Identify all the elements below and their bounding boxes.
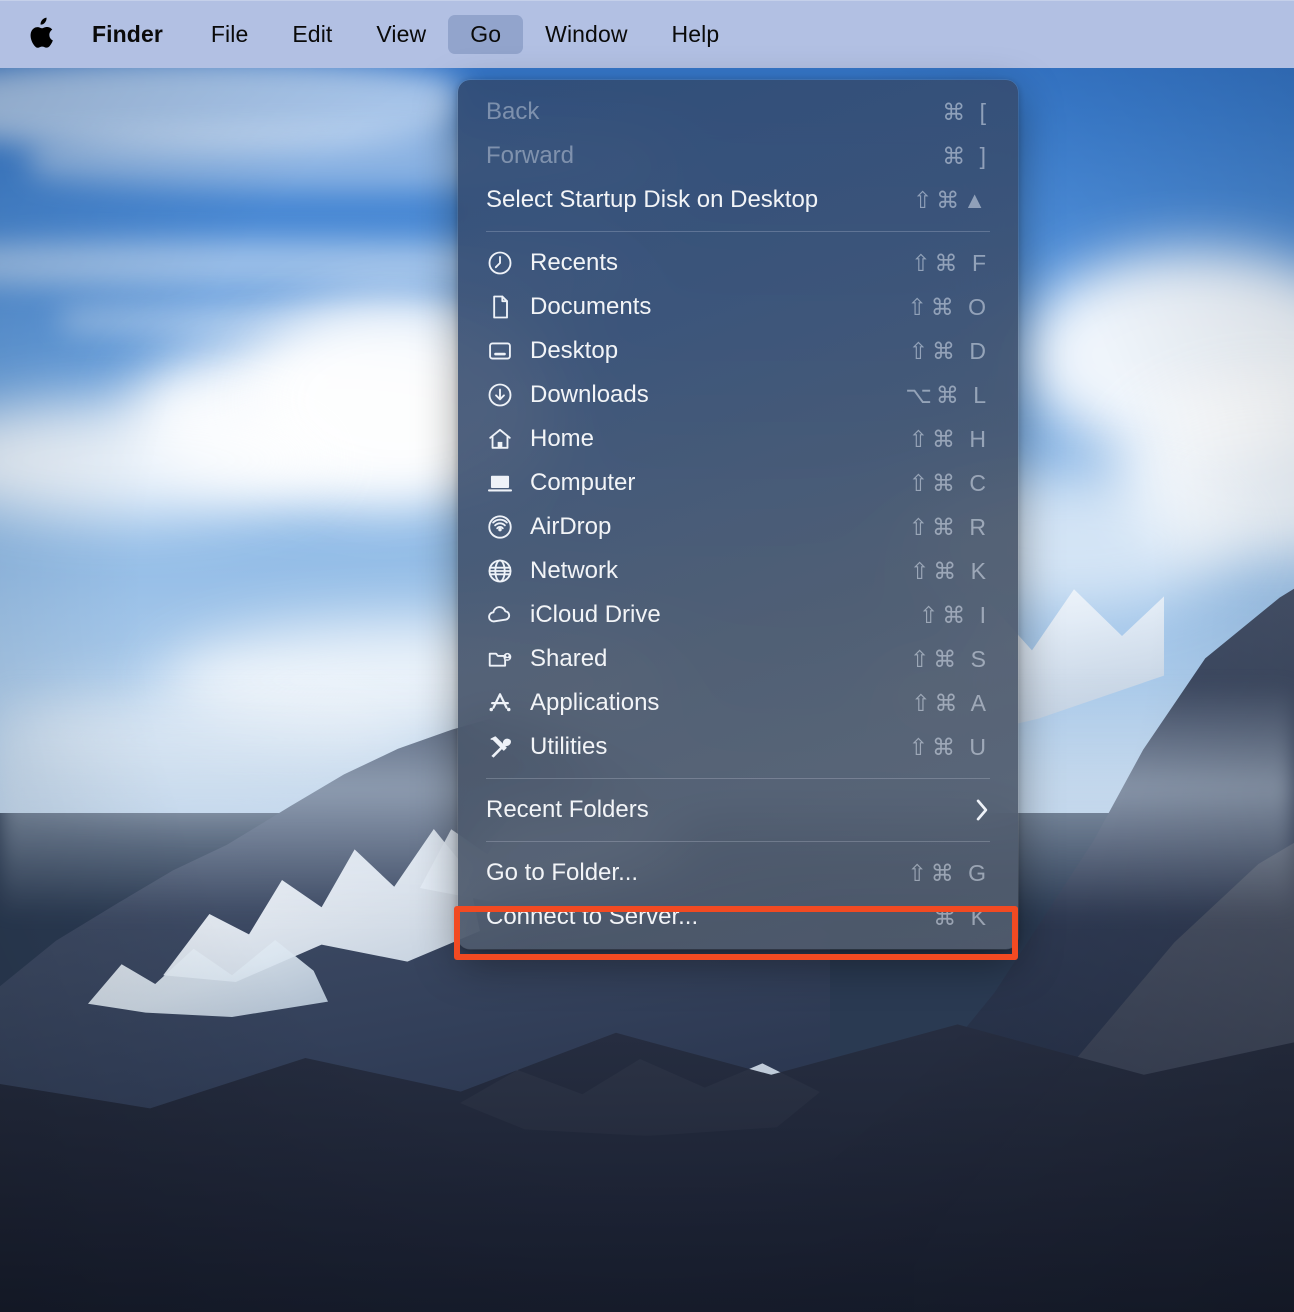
home-icon xyxy=(486,425,530,453)
menu-item-shortcut: ⇧⌘ H xyxy=(908,425,990,452)
menu-item-shortcut: ⇧⌘ S xyxy=(909,645,990,672)
menu-item-shortcut: ⌘ [ xyxy=(942,98,990,125)
menu-item-label: Connect to Server... xyxy=(486,903,699,930)
menu-item-utilities[interactable]: Utilities ⇧⌘ U xyxy=(458,725,1018,769)
menu-item-label: Applications xyxy=(530,689,660,716)
menu-bar-item-window[interactable]: Window xyxy=(523,15,649,54)
menu-bar-item-edit[interactable]: Edit xyxy=(270,15,354,54)
menu-item-label: Recent Folders xyxy=(486,796,649,823)
menu-item-shortcut: ⇧⌘ U xyxy=(908,733,990,760)
menu-bar-item-help[interactable]: Help xyxy=(650,15,742,54)
menu-item-shortcut: ⇧⌘ R xyxy=(908,513,990,540)
desktop-screen: Finder File Edit View Go Window Help Back ⌘ [ Fo… xyxy=(0,0,1294,1312)
menu-item-select-startup-disk-on-desktop[interactable]: Select Startup Disk on Desktop ⇧⌘▲ xyxy=(458,178,1018,222)
menu-item-label: Computer xyxy=(530,469,636,496)
menu-item-shared[interactable]: Shared ⇧⌘ S xyxy=(458,637,1018,681)
menu-item-go-to-folder[interactable]: Go to Folder... ⇧⌘ G xyxy=(458,851,1018,895)
menu-item-label: Utilities xyxy=(530,733,608,760)
laptop-icon xyxy=(486,469,530,497)
menu-item-label: Go to Folder... xyxy=(486,859,639,886)
menu-item-documents[interactable]: Documents ⇧⌘ O xyxy=(458,285,1018,329)
globe-icon xyxy=(486,557,530,585)
menu-bar: Finder File Edit View Go Window Help xyxy=(0,0,1294,68)
menu-item-label: Select Startup Disk on Desktop xyxy=(486,186,819,213)
menu-item-shortcut: ⌘ ] xyxy=(942,142,990,169)
menu-item-shortcut: ⇧⌘▲ xyxy=(912,186,990,213)
menu-item-shortcut: ⇧⌘ C xyxy=(908,469,990,496)
menu-item-label: Recents xyxy=(530,249,619,276)
menu-item-label: Desktop xyxy=(530,337,619,364)
menu-item-shortcut: ⌘ K xyxy=(933,903,990,930)
menu-item-applications[interactable]: Applications ⇧⌘ A xyxy=(458,681,1018,725)
menu-item-label: Network xyxy=(530,557,619,584)
menu-item-label: AirDrop xyxy=(530,513,612,540)
menu-item-recents[interactable]: Recents ⇧⌘ F xyxy=(458,241,1018,285)
menu-item-forward: Forward ⌘ ] xyxy=(458,134,1018,178)
menu-item-label: Documents xyxy=(530,293,652,320)
desktop-icon xyxy=(486,337,530,365)
menu-item-downloads[interactable]: Downloads ⌥⌘ L xyxy=(458,373,1018,417)
menu-separator xyxy=(486,778,990,779)
menu-item-shortcut: ⇧⌘ D xyxy=(908,337,990,364)
document-icon xyxy=(486,293,530,321)
menu-item-connect-to-server[interactable]: Connect to Server... ⌘ K xyxy=(458,895,1018,939)
menu-separator xyxy=(486,841,990,842)
applications-icon xyxy=(486,689,530,717)
airdrop-icon xyxy=(486,513,530,541)
apple-logo-icon xyxy=(26,17,54,51)
menu-item-network[interactable]: Network ⇧⌘ K xyxy=(458,549,1018,593)
menu-item-shortcut: ⇧⌘ A xyxy=(911,689,990,716)
menu-item-desktop[interactable]: Desktop ⇧⌘ D xyxy=(458,329,1018,373)
menu-item-airdrop[interactable]: AirDrop ⇧⌘ R xyxy=(458,505,1018,549)
menu-bar-items: Finder File Edit View Go Window Help xyxy=(78,14,742,54)
menu-bar-item-finder[interactable]: Finder xyxy=(78,15,189,54)
menu-item-shortcut: ⇧⌘ I xyxy=(918,601,990,628)
menu-separator xyxy=(486,231,990,232)
cloud-icon xyxy=(486,601,530,629)
chevron-right-icon xyxy=(974,797,990,823)
menu-item-shortcut: ⇧⌘ O xyxy=(907,293,990,320)
menu-bar-item-go[interactable]: Go xyxy=(448,14,524,54)
menu-item-recent-folders[interactable]: Recent Folders xyxy=(458,788,1018,832)
menu-item-label: Forward xyxy=(486,142,575,169)
menu-item-label: Shared xyxy=(530,645,608,672)
menu-bar-item-view[interactable]: View xyxy=(354,15,448,54)
menu-item-computer[interactable]: Computer ⇧⌘ C xyxy=(458,461,1018,505)
menu-item-icloud-drive[interactable]: iCloud Drive ⇧⌘ I xyxy=(458,593,1018,637)
utilities-icon xyxy=(486,733,530,761)
menu-item-label: Downloads xyxy=(530,381,649,408)
menu-item-home[interactable]: Home ⇧⌘ H xyxy=(458,417,1018,461)
go-dropdown-menu[interactable]: Back ⌘ [ Forward ⌘ ] Select Startup Disk on … xyxy=(458,80,1018,949)
menu-item-label: Home xyxy=(530,425,595,452)
apple-menu-button[interactable] xyxy=(18,17,78,51)
menu-item-shortcut: ⇧⌘ F xyxy=(911,249,990,276)
menu-bar-item-file[interactable]: File xyxy=(189,15,270,54)
menu-item-shortcut: ⇧⌘ G xyxy=(907,859,990,886)
download-icon xyxy=(486,381,530,409)
menu-item-shortcut: ⇧⌘ K xyxy=(909,557,990,584)
clock-icon xyxy=(486,249,530,277)
shared-folder-icon xyxy=(486,645,530,673)
menu-item-label: iCloud Drive xyxy=(530,601,661,628)
menu-item-label: Back xyxy=(486,98,540,125)
menu-item-back: Back ⌘ [ xyxy=(458,90,1018,134)
menu-item-shortcut: ⌥⌘ L xyxy=(905,381,990,408)
